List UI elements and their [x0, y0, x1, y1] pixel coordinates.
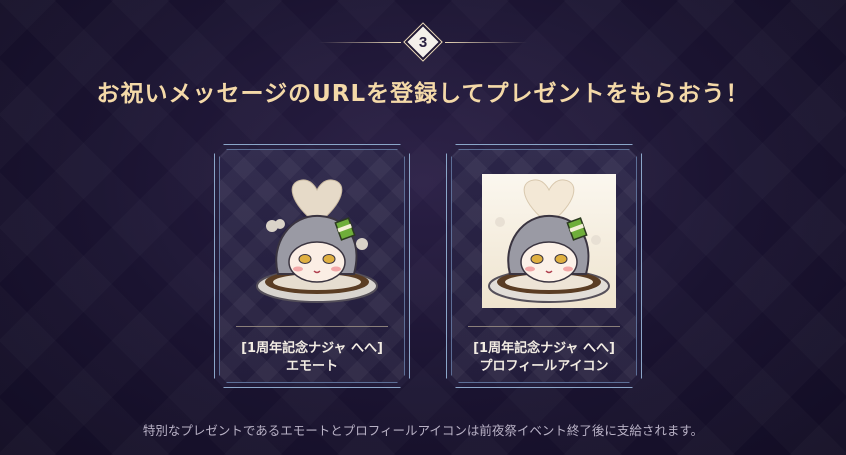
step-badge: 3: [407, 26, 439, 58]
step-line-left: [319, 41, 401, 43]
chibi-profile-illustration: [482, 174, 616, 308]
headline: お祝いメッセージのURLを登録してプレゼントをもらおう！: [96, 81, 750, 107]
reward-card-emote: [1周年記念ナジャ へへ] エモート: [214, 144, 410, 388]
card-title: [1周年記念ナジャ へへ]: [241, 341, 383, 356]
card-divider: [468, 326, 620, 327]
step-line-right: [445, 41, 527, 43]
card-frame: [1周年記念ナジャ へへ] エモート: [219, 149, 405, 383]
background-pattern: [0, 0, 846, 455]
emote-image: [250, 174, 384, 308]
card-subtitle: エモート: [285, 359, 338, 374]
card-title: [1周年記念ナジャ へへ]: [473, 341, 615, 356]
step-number: 3: [418, 33, 428, 51]
card-frame: [1周年記念ナジャ へへ] プロフィールアイコン: [451, 149, 637, 383]
card-divider: [236, 326, 388, 327]
step-indicator: 3: [0, 24, 846, 60]
footnote: 特別なプレゼントであるエモートとプロフィールアイコンは前夜祭イベント終了後に支給…: [142, 423, 704, 438]
chibi-emote-illustration: [250, 174, 384, 308]
card-subtitle: プロフィールアイコン: [479, 359, 609, 374]
profile-icon-image: [482, 174, 616, 308]
reward-card-profile-icon: [1周年記念ナジャ へへ] プロフィールアイコン: [446, 144, 642, 388]
